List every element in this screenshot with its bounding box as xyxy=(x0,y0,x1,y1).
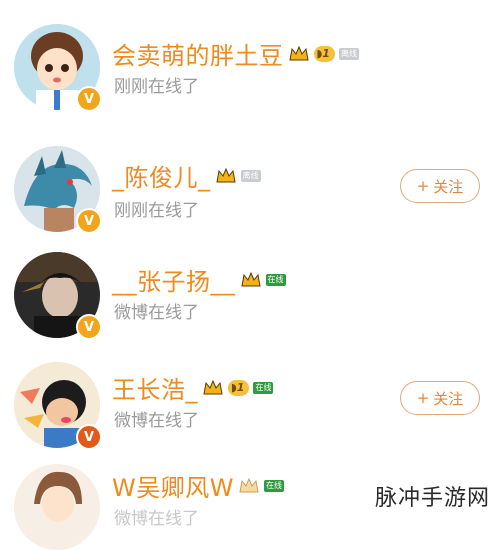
online-status: 刚刚在线了 xyxy=(114,201,199,221)
name-line: W吴卿风W 在线 xyxy=(112,468,284,503)
follow-label: 关注 xyxy=(433,177,464,196)
follow-button[interactable]: + 关注 xyxy=(400,169,480,203)
status-tag: 在线 xyxy=(265,273,286,286)
status-tag: 离线 xyxy=(240,169,261,182)
verified-badge: V xyxy=(76,208,102,234)
name-line: 会卖萌的胖土豆 ◗ 1 离线 xyxy=(112,36,359,71)
status-tag: 在线 xyxy=(263,479,284,492)
avatar[interactable]: V xyxy=(14,252,102,340)
avatar[interactable]: V xyxy=(14,146,102,234)
verified-badge: V xyxy=(76,86,102,112)
status-tag: 离线 xyxy=(338,47,359,60)
level-number: 1 xyxy=(322,47,330,60)
user-name[interactable]: 会卖萌的胖土豆 xyxy=(112,36,284,71)
level-number: 1 xyxy=(236,381,245,394)
crown-icon xyxy=(215,167,236,182)
online-status: 微博在线了 xyxy=(114,303,199,323)
crown-icon xyxy=(288,45,309,60)
user-name[interactable]: __张子扬__ xyxy=(112,262,236,297)
name-line: _陈俊儿_ 离线 xyxy=(112,158,261,193)
user-name[interactable]: _陈俊儿_ xyxy=(112,158,211,193)
avatar[interactable] xyxy=(14,464,100,550)
name-line: 王长浩_ ◗ 1 在线 xyxy=(112,370,274,405)
avatar-image xyxy=(14,464,100,550)
watermark: 脉冲手游网 xyxy=(372,480,492,512)
plus-icon: + xyxy=(416,389,430,407)
level-badge: ◗ 1 xyxy=(313,45,335,62)
verified-badge: V xyxy=(76,424,102,450)
follow-label: 关注 xyxy=(433,389,464,408)
crown-icon xyxy=(203,379,223,394)
name-line: __张子扬__ 在线 xyxy=(112,262,286,297)
verified-badge: V xyxy=(76,314,102,340)
online-status: 微博在线了 xyxy=(114,509,199,529)
user-name[interactable]: W吴卿风W xyxy=(112,468,234,503)
status-tag: 在线 xyxy=(253,381,274,394)
crown-icon xyxy=(240,271,261,286)
online-status: 微博在线了 xyxy=(114,411,199,431)
crown-icon xyxy=(239,477,259,492)
plus-icon: + xyxy=(416,177,430,195)
level-badge: ◗ 1 xyxy=(228,379,250,396)
user-name[interactable]: 王长浩_ xyxy=(112,370,198,405)
avatar[interactable]: V xyxy=(14,362,102,450)
avatar[interactable]: V xyxy=(14,24,102,112)
online-status: 刚刚在线了 xyxy=(114,77,199,97)
follow-button[interactable]: + 关注 xyxy=(400,381,480,415)
